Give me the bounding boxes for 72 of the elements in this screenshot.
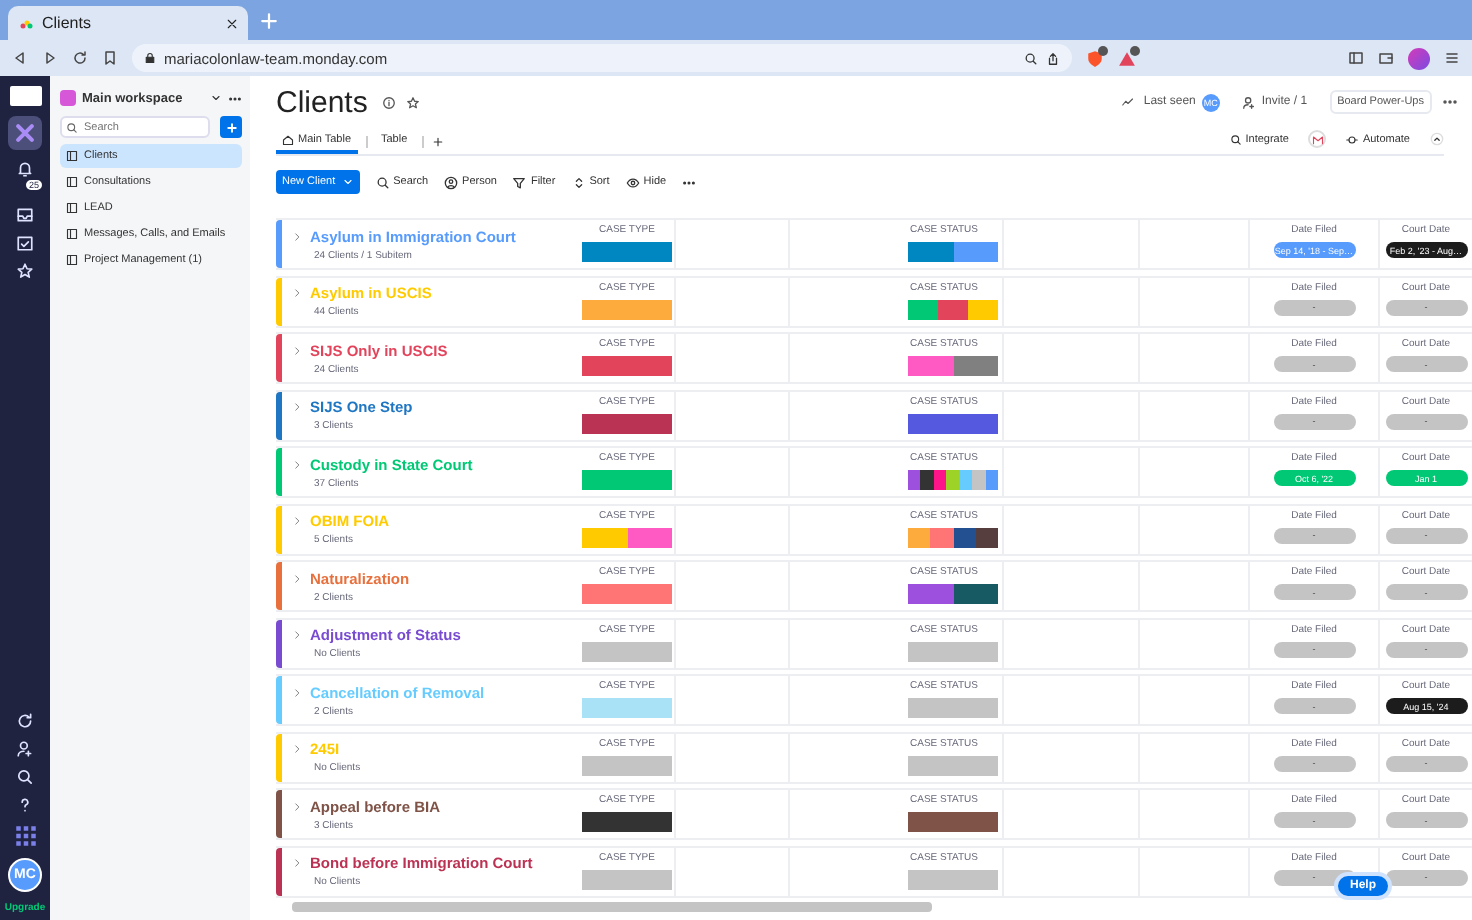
- status-summary[interactable]: [908, 527, 998, 547]
- chevron-right-icon[interactable]: [292, 288, 302, 298]
- new-tab-icon[interactable]: [260, 11, 278, 29]
- search-icon[interactable]: [1024, 51, 1038, 65]
- bell-icon[interactable]: [16, 160, 34, 178]
- chevron-right-icon[interactable]: [292, 573, 302, 583]
- refresh-icon[interactable]: [16, 712, 34, 730]
- collapse-icon[interactable]: [1430, 132, 1444, 146]
- chevron-right-icon[interactable]: [292, 402, 302, 412]
- sidebar-icon[interactable]: [1348, 50, 1364, 66]
- status-summary[interactable]: [908, 413, 998, 433]
- add-button[interactable]: [220, 116, 242, 138]
- chevron-right-icon[interactable]: [292, 231, 302, 241]
- board-title: Clients: [276, 85, 368, 119]
- board-icon: [66, 202, 78, 214]
- chevron-right-icon[interactable]: [292, 744, 302, 754]
- apps-grid-icon[interactable]: [13, 824, 37, 848]
- person-icon[interactable]: [444, 175, 459, 189]
- chevron-right-icon[interactable]: [292, 687, 302, 697]
- calendar-icon[interactable]: [16, 234, 34, 252]
- status-summary[interactable]: [908, 470, 998, 490]
- search-icon[interactable]: [16, 768, 34, 786]
- board-icon: [66, 150, 78, 162]
- home-icon: [282, 133, 294, 145]
- help-icon[interactable]: [16, 796, 34, 814]
- back-icon[interactable]: [12, 50, 28, 66]
- add-person-icon[interactable]: [16, 740, 34, 758]
- activity-icon[interactable]: [1121, 96, 1134, 108]
- person-icon: [1241, 95, 1256, 109]
- filter-icon[interactable]: [512, 175, 527, 189]
- chevron-right-icon[interactable]: [292, 516, 302, 526]
- add-view-icon[interactable]: [431, 135, 444, 147]
- bookmark-icon[interactable]: [102, 50, 118, 66]
- chevron-right-icon[interactable]: [292, 801, 302, 811]
- search-icon: [66, 121, 78, 133]
- lock-icon: [144, 52, 156, 64]
- site-icon: [18, 15, 34, 31]
- wallet-icon[interactable]: [1378, 50, 1394, 66]
- menu-icon[interactable]: [1444, 50, 1460, 66]
- share-icon[interactable]: [1046, 51, 1060, 65]
- close-icon[interactable]: [226, 17, 238, 29]
- case-type-summary[interactable]: [582, 527, 672, 547]
- more-icon[interactable]: [1442, 94, 1458, 110]
- chevron-right-icon[interactable]: [292, 858, 302, 868]
- chevron-down-icon[interactable]: [210, 92, 222, 104]
- status-summary[interactable]: [908, 299, 998, 319]
- caret-icon: [341, 176, 354, 188]
- star-icon[interactable]: [405, 95, 420, 109]
- reload-icon[interactable]: [72, 50, 88, 66]
- chevron-right-icon[interactable]: [292, 345, 302, 355]
- triangle-icon[interactable]: [1118, 49, 1136, 67]
- cross-logo-icon: [14, 122, 36, 144]
- eye-icon[interactable]: [625, 175, 640, 189]
- shield-icon[interactable]: [1086, 49, 1104, 67]
- sort-icon[interactable]: [571, 175, 586, 189]
- board-icon: [66, 254, 78, 266]
- forward-icon[interactable]: [42, 50, 58, 66]
- profile-avatar[interactable]: [1408, 47, 1430, 69]
- board-icon: [66, 176, 78, 188]
- inbox-icon[interactable]: [16, 206, 34, 224]
- search-icon[interactable]: [375, 175, 390, 189]
- case-type-summary[interactable]: [582, 413, 672, 433]
- browser-tab[interactable]: Clients: [8, 6, 248, 40]
- workspace-icon[interactable]: [8, 116, 42, 150]
- plus-icon: [225, 121, 237, 133]
- company-logo[interactable]: [9, 86, 41, 106]
- board-icon: [66, 228, 78, 240]
- chevron-right-icon[interactable]: [292, 630, 302, 640]
- info-icon[interactable]: [381, 95, 396, 109]
- workspace-badge: [60, 90, 76, 106]
- tab-title: Clients: [42, 14, 93, 32]
- chevron-right-icon[interactable]: [292, 459, 302, 469]
